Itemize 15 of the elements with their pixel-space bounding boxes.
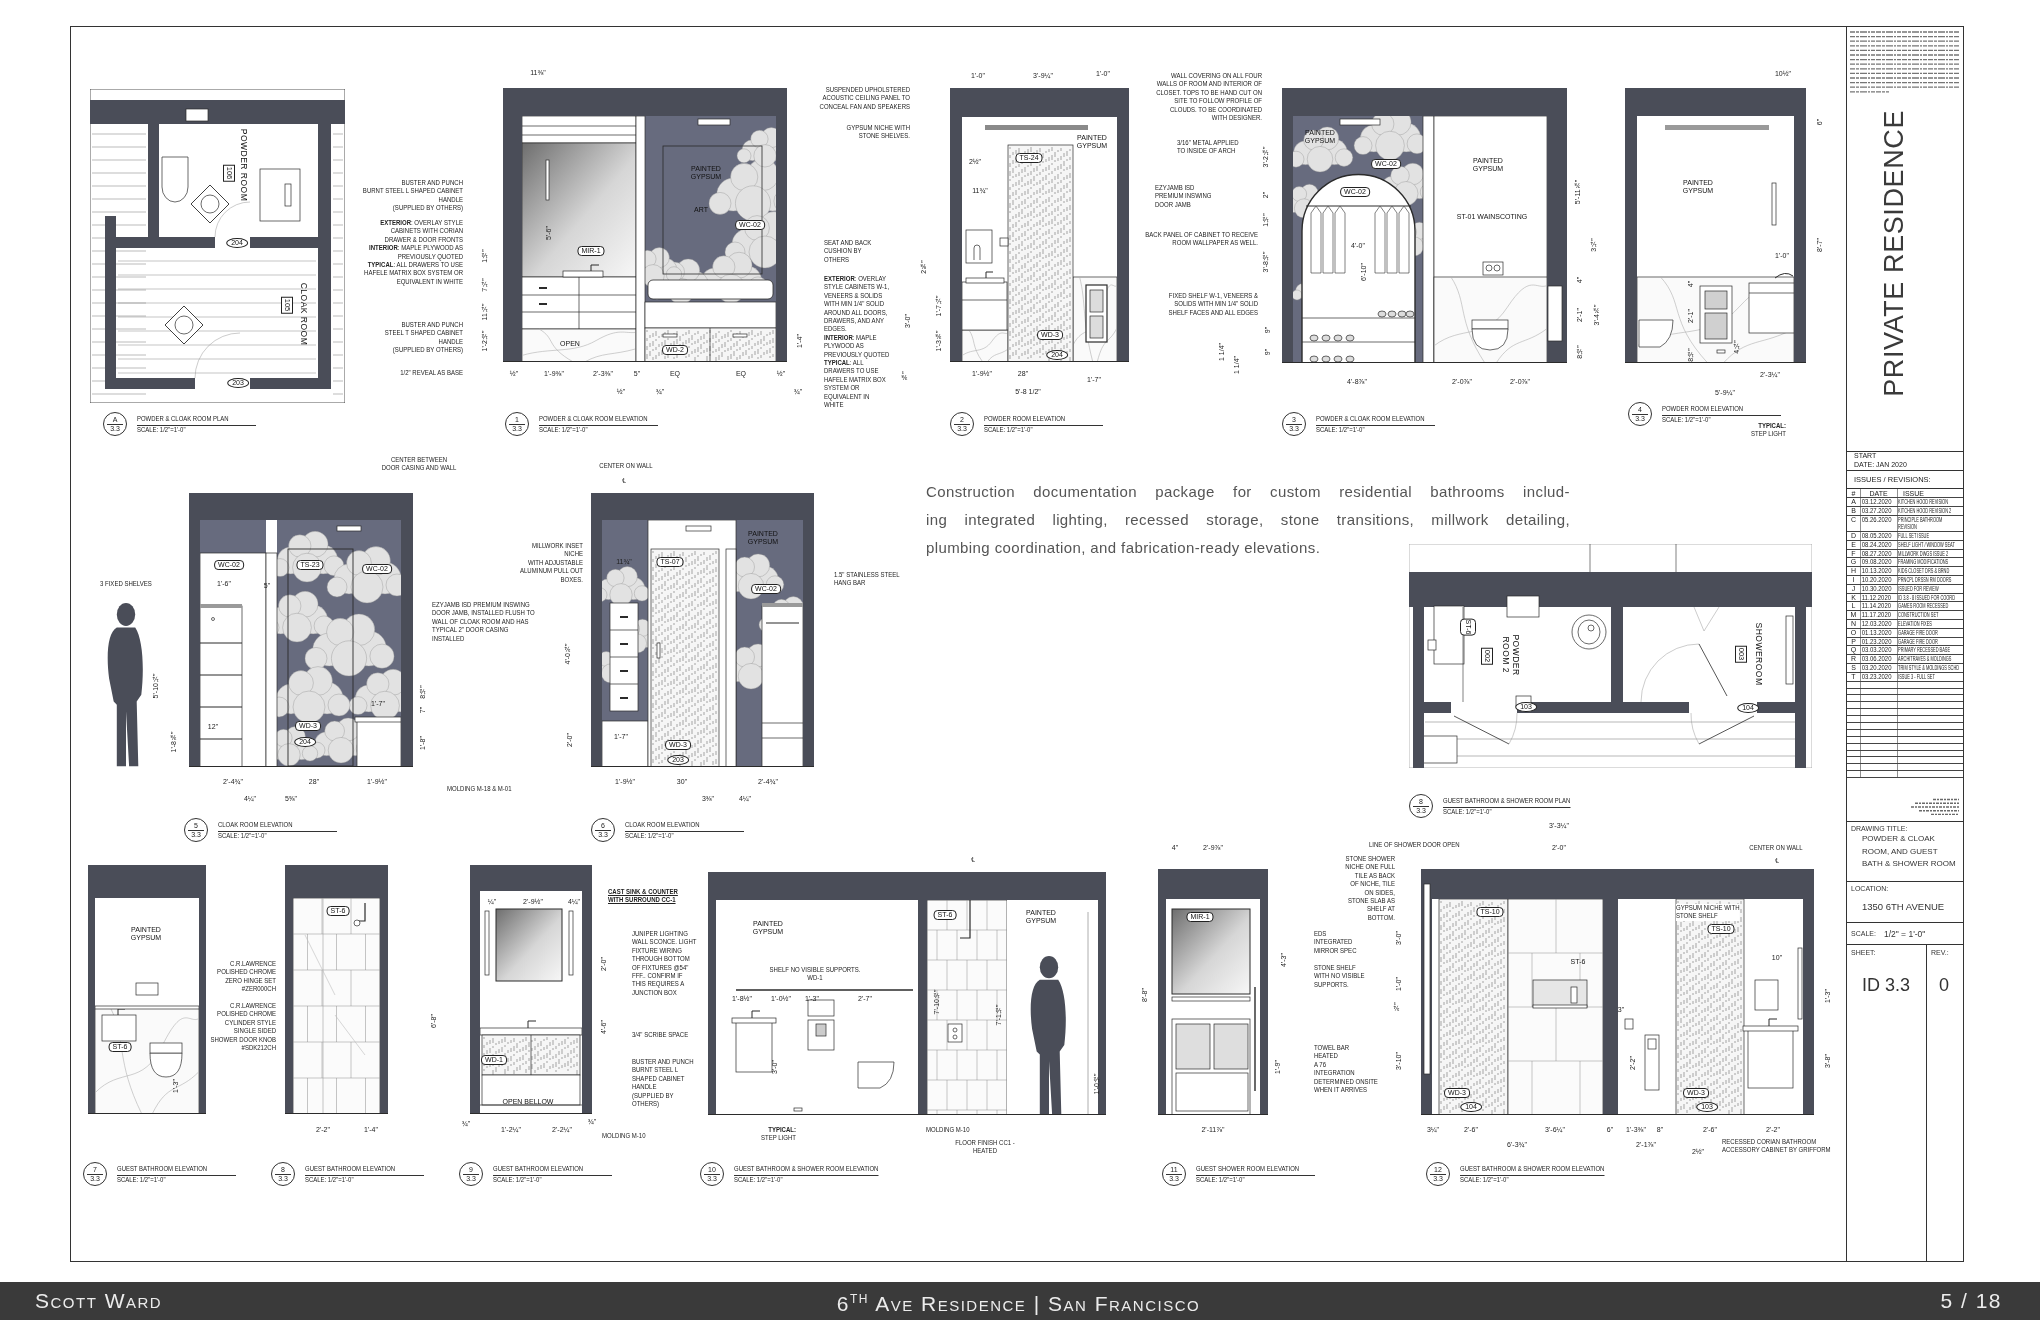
address-stamp-drawing (1911, 798, 1959, 816)
scale-value: 1/2" = 1'-0" (1883, 928, 1926, 939)
page-number: 5 / 18 (1940, 1289, 2002, 1313)
drawing-label: POWDER ROOM 2 (1500, 634, 1520, 676)
description-text: Construction documentation package for custom residential bathrooms includ- ing integrated lighting, recessed storage, stone transitions, millwork detailing, plumbing coordination, and fabrication-ready elevations. (926, 482, 1570, 558)
project-title: 6$^{th}$ Ave Residence | San Francisco (836, 1286, 1201, 1316)
drawing-label: SHOWEROOM (1753, 622, 1763, 686)
drawing-title-value: POWDER & CLOAK ROOM, AND GUEST BATH & SHOWER ROOM (1861, 833, 1957, 871)
sheet-number: ID 3.3 (1861, 974, 1912, 997)
project-name: PRIVATE RESIDENCE (1878, 109, 1910, 397)
location-value: 1350 6TH AVENUE (1861, 900, 1946, 913)
drawing-label: CLOAK ROOM (298, 282, 308, 346)
author-name: Scott Ward (35, 1289, 163, 1313)
revision-number: 0 (1938, 974, 1950, 997)
drawing-label: POWDER ROOM (238, 128, 248, 202)
